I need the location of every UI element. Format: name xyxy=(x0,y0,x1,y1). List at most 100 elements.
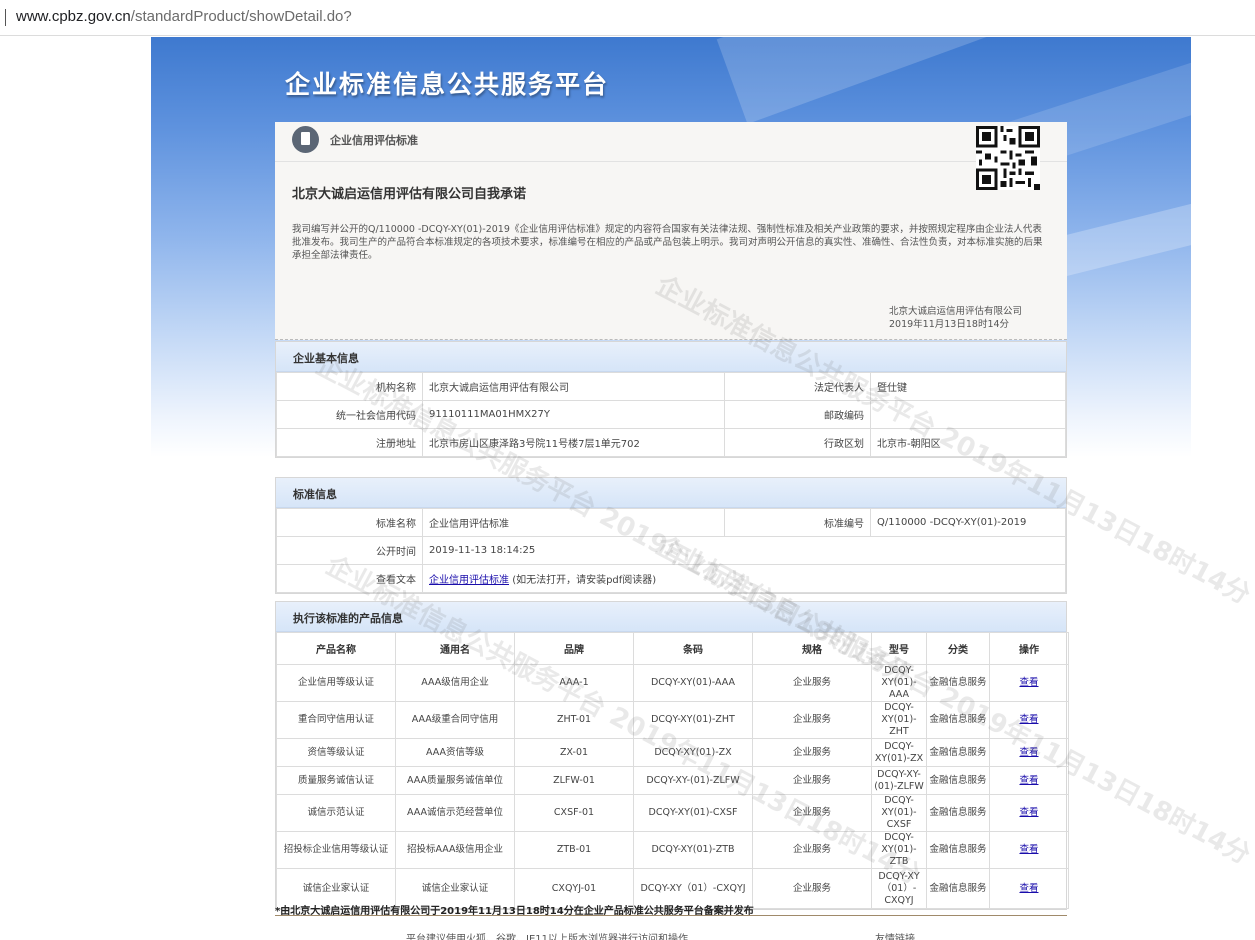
column-header: 分类 xyxy=(926,632,990,665)
document-icon xyxy=(292,126,319,153)
table-cell: DCQY-XY(01)-ZHT xyxy=(871,701,927,739)
table-cell: 金融信息服务 xyxy=(926,794,990,832)
field-label: 机构名称 xyxy=(276,372,423,401)
browser-hint: 平台建议使用火狐、谷歌、IE11以上版本浏览器进行访问和操作 xyxy=(406,934,688,940)
field-value: 2019-11-13 18:14:25 xyxy=(422,536,1066,565)
field-value: 企业信用评估标准 (如无法打开，请安装pdf阅读器) xyxy=(422,564,1066,593)
table-row: 统一社会信用代码 91110111MA01HMX27Y 邮政编码 xyxy=(276,400,1066,429)
table-row: 重合同守信用认证 AAA级重合同守信用 ZHT-01 DCQY-XY(01)-ZHT 企… xyxy=(276,701,1069,739)
url-path: /standardProduct/showDetail.do? xyxy=(130,8,352,25)
card-header: 企业信用评估标准 xyxy=(275,122,1067,162)
table-cell: 企业服务 xyxy=(752,738,872,767)
table-row: 公开时间 2019-11-13 18:14:25 xyxy=(276,536,1066,565)
table-cell: DCQY-XY(01)-CXSF xyxy=(633,794,753,832)
table-cell: AAA-1 xyxy=(514,664,634,702)
standard-info-table: 标准名称 企业信用评估标准 标准编号 Q/110000 -DCQY-XY(01)… xyxy=(276,508,1066,593)
table-cell: 重合同守信用认证 xyxy=(276,701,396,739)
table-cell: 企业服务 xyxy=(752,794,872,832)
table-row: 企业信用等级认证 AAA级信用企业 AAA-1 DCQY-XY(01)-AAA 企业服务… xyxy=(276,664,1069,702)
standard-pdf-link[interactable]: 企业信用评估标准 xyxy=(429,575,509,586)
field-label: 统一社会信用代码 xyxy=(276,400,423,429)
column-header: 通用名 xyxy=(395,632,515,665)
product-info-section: 执行该标准的产品信息 产品名称 通用名 品牌 条码 规格 型号 分类 操作 企业信用等级认证 A… xyxy=(275,601,1069,910)
table-cell: 企业服务 xyxy=(752,766,872,795)
table-cell: AAA质量服务诚信单位 xyxy=(395,766,515,795)
table-cell: AAA诚信示范经营单位 xyxy=(395,794,515,832)
view-link[interactable]: 查看 xyxy=(1019,714,1038,725)
table-row: 招投标企业信用等级认证 招投标AAA级信用企业 ZTB-01 DCQY-XY(01)-… xyxy=(276,831,1069,869)
commitment-card: 企业信用评估标准 北京大诚启运信用评估有限公司自我承诺 我司编写并公开的Q/11… xyxy=(275,122,1067,340)
action-cell: 查看 xyxy=(989,831,1069,869)
column-header: 产品名称 xyxy=(276,632,396,665)
field-label: 公开时间 xyxy=(276,536,423,565)
column-header: 规格 xyxy=(752,632,872,665)
table-cell: 招投标AAA级信用企业 xyxy=(395,831,515,869)
url-host: www.cpbz.gov.cn xyxy=(16,8,131,25)
table-row: 查看文本 企业信用评估标准 (如无法打开，请安装pdf阅读器) xyxy=(276,564,1066,593)
table-cell: DCQY-XY(01)-AAA xyxy=(871,664,927,702)
field-label: 查看文本 xyxy=(276,564,423,593)
table-row: 诚信示范认证 AAA诚信示范经营单位 CXSF-01 DCQY-XY(01)-CXSF… xyxy=(276,794,1069,832)
column-header: 条码 xyxy=(633,632,753,665)
site-title: 企业标准信息公共服务平台 xyxy=(285,70,610,99)
commitment-title: 北京大诚启运信用评估有限公司自我承诺 xyxy=(292,187,527,202)
table-cell: 企业服务 xyxy=(752,868,872,909)
field-value xyxy=(870,400,1066,429)
action-cell: 查看 xyxy=(989,738,1069,767)
footer-divider xyxy=(275,915,1067,916)
qr-code-icon xyxy=(976,126,1040,190)
field-value: 企业信用评估标准 xyxy=(422,508,725,537)
section-title: 标准信息 xyxy=(276,478,1066,508)
table-row: 质量服务诚信认证 AAA质量服务诚信单位 ZLFW-01 DCQY-XY-(01)-Z… xyxy=(276,766,1069,795)
url-text[interactable]: www.cpbz.gov.cn/standardProduct/showDeta… xyxy=(16,8,352,25)
product-table: 产品名称 通用名 品牌 条码 规格 型号 分类 操作 企业信用等级认证 AAA级信用企业 AAA-… xyxy=(276,632,1069,909)
field-value: 暨仕键 xyxy=(870,372,1066,401)
standard-category: 企业信用评估标准 xyxy=(330,134,418,147)
action-cell: 查看 xyxy=(989,868,1069,909)
table-cell: 企业服务 xyxy=(752,664,872,702)
table-row: 机构名称 北京大诚启运信用评估有限公司 法定代表人 暨仕键 xyxy=(276,372,1066,401)
field-value: Q/110000 -DCQY-XY(01)-2019 xyxy=(870,508,1066,537)
view-link[interactable]: 查看 xyxy=(1019,844,1038,855)
field-value: 北京市-朝阳区 xyxy=(870,428,1066,457)
table-cell: 诚信示范认证 xyxy=(276,794,396,832)
table-cell: 金融信息服务 xyxy=(926,868,990,909)
basic-info-table: 机构名称 北京大诚启运信用评估有限公司 法定代表人 暨仕键 统一社会信用代码 9… xyxy=(276,372,1066,457)
action-cell: 查看 xyxy=(989,766,1069,795)
commitment-date: 2019年11月13日18时14分 xyxy=(889,319,1010,330)
field-label: 注册地址 xyxy=(276,428,423,457)
table-cell: 金融信息服务 xyxy=(926,664,990,702)
table-cell: DCQY-XY(01)-CXSF xyxy=(871,794,927,832)
table-cell: DCQY-XY-(01)-ZLFW xyxy=(871,766,927,795)
table-cell: DCQY-XY(01)-ZX xyxy=(633,738,753,767)
commitment-body: 我司编写并公开的Q/110000 -DCQY-XY(01)-2019《企业信用评… xyxy=(292,224,1043,261)
section-title: 执行该标准的产品信息 xyxy=(276,602,1066,632)
view-link[interactable]: 查看 xyxy=(1019,883,1038,894)
table-cell: 金融信息服务 xyxy=(926,831,990,869)
view-link[interactable]: 查看 xyxy=(1019,807,1038,818)
field-value: 北京大诚启运信用评估有限公司 xyxy=(422,372,725,401)
text-cursor xyxy=(5,9,6,26)
table-row: 注册地址 北京市房山区康泽路3号院11号楼7层1单元702 行政区划 北京市-朝… xyxy=(276,428,1066,457)
table-cell: ZX-01 xyxy=(514,738,634,767)
action-cell: 查看 xyxy=(989,794,1069,832)
address-bar[interactable]: www.cpbz.gov.cn/standardProduct/showDeta… xyxy=(0,0,1255,36)
friend-links[interactable]: 友情链接 xyxy=(875,930,915,940)
field-label: 法定代表人 xyxy=(724,372,871,401)
table-row: 标准名称 企业信用评估标准 标准编号 Q/110000 -DCQY-XY(01)… xyxy=(276,508,1066,537)
field-label: 标准编号 xyxy=(724,508,871,537)
table-cell: AAA资信等级 xyxy=(395,738,515,767)
view-link[interactable]: 查看 xyxy=(1019,747,1038,758)
field-value: 北京市房山区康泽路3号院11号楼7层1单元702 xyxy=(422,428,725,457)
field-label: 标准名称 xyxy=(276,508,423,537)
pdf-hint: (如无法打开，请安装pdf阅读器) xyxy=(512,575,657,586)
table-cell: DCQY-XY(01)-ZTB xyxy=(871,831,927,869)
view-link[interactable]: 查看 xyxy=(1019,775,1038,786)
view-link[interactable]: 查看 xyxy=(1019,677,1038,688)
table-cell: DCQY-XY（01）-CXQYJ xyxy=(871,868,927,909)
action-cell: 查看 xyxy=(989,664,1069,702)
action-cell: 查看 xyxy=(989,701,1069,739)
commitment-signer: 北京大诚启运信用评估有限公司 xyxy=(889,306,1023,317)
section-title: 企业基本信息 xyxy=(276,342,1066,372)
table-cell: DCQY-XY(01)-ZHT xyxy=(633,701,753,739)
